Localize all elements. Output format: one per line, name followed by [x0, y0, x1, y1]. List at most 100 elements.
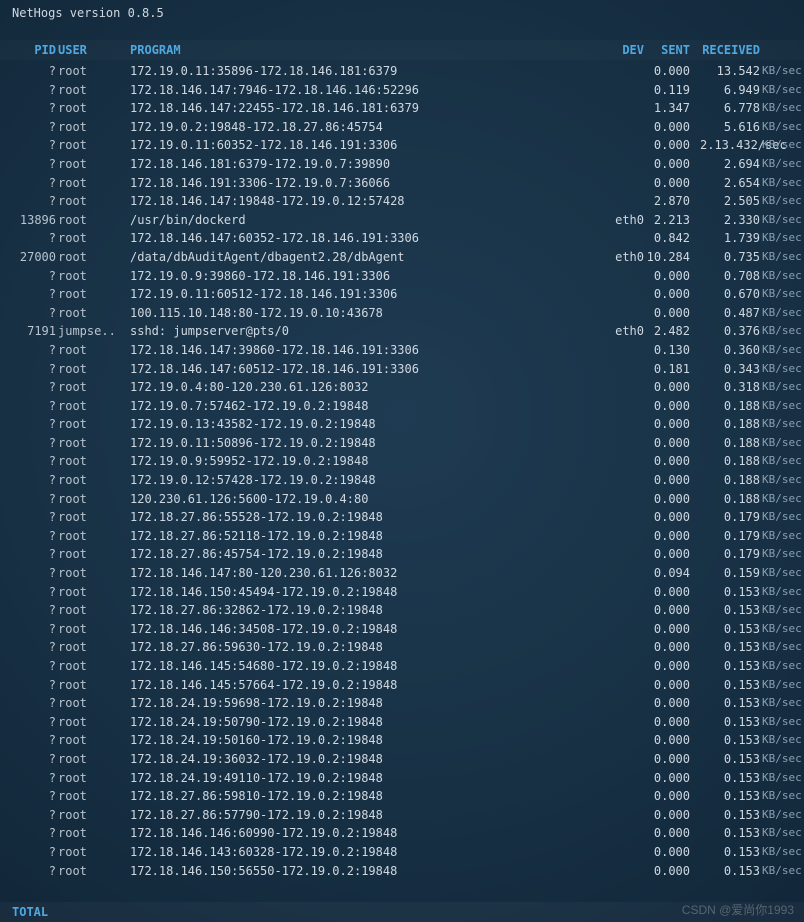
cell-unit: KB/sec: [762, 229, 802, 248]
cell-sent: 2.213: [638, 211, 690, 230]
table-row: ?root172.19.0.11:50896-172.19.0.2:198480…: [0, 434, 804, 453]
cell-recv: 0.153: [700, 731, 760, 750]
cell-program: 172.18.146.147:39860-172.18.146.191:3306: [130, 341, 419, 360]
table-row: ?root172.18.146.147:22455-172.18.146.181…: [0, 99, 804, 118]
col-sent: SENT: [638, 43, 690, 57]
cell-unit: KB/sec: [762, 118, 802, 137]
table-row: ?root172.18.146.150:56550-172.19.0.2:198…: [0, 862, 804, 881]
cell-program: 120.230.61.126:5600-172.19.0.4:80: [130, 490, 368, 509]
cell-program: 172.18.27.86:59810-172.19.0.2:19848: [130, 787, 383, 806]
cell-pid: ?: [10, 267, 56, 286]
cell-unit: KB/sec: [762, 490, 802, 509]
cell-recv: 0.153: [700, 806, 760, 825]
cell-unit: KB/sec: [762, 434, 802, 453]
cell-user: root: [58, 285, 87, 304]
cell-sent: 0.842: [638, 229, 690, 248]
cell-unit: KB/sec: [762, 843, 802, 862]
cell-sent: 0.000: [638, 267, 690, 286]
cell-recv: 0.153: [700, 769, 760, 788]
cell-sent: 10.284: [638, 248, 690, 267]
cell-sent: 0.000: [638, 304, 690, 323]
cell-unit: KB/sec: [762, 508, 802, 527]
cell-program: 172.18.146.147:22455-172.18.146.181:6379: [130, 99, 419, 118]
cell-recv: 0.360: [700, 341, 760, 360]
cell-user: root: [58, 304, 87, 323]
cell-program: 172.19.0.4:80-120.230.61.126:8032: [130, 378, 368, 397]
cell-program: 172.19.0.2:19848-172.18.27.86:45754: [130, 118, 383, 137]
cell-program: 172.18.27.86:55528-172.19.0.2:19848: [130, 508, 383, 527]
col-received: RECEIVED: [700, 43, 760, 57]
cell-pid: ?: [10, 508, 56, 527]
cell-program: 172.19.0.9:59952-172.19.0.2:19848: [130, 452, 368, 471]
cell-program: 172.18.146.150:45494-172.19.0.2:19848: [130, 583, 397, 602]
cell-user: root: [58, 248, 87, 267]
table-row: ?root172.18.146.150:45494-172.19.0.2:198…: [0, 583, 804, 602]
cell-user: root: [58, 545, 87, 564]
cell-unit: KB/sec: [762, 285, 802, 304]
cell-program: 172.18.24.19:49110-172.19.0.2:19848: [130, 769, 383, 788]
cell-recv: 0.153: [700, 620, 760, 639]
watermark: CSDN @爱尚你1993: [682, 901, 794, 918]
table-header: PID USER PROGRAM DEV SENT RECEIVED: [0, 40, 804, 60]
cell-recv: 0.153: [700, 657, 760, 676]
cell-pid: ?: [10, 304, 56, 323]
cell-user: root: [58, 174, 87, 193]
cell-pid: ?: [10, 750, 56, 769]
cell-unit: KB/sec: [762, 769, 802, 788]
cell-program: 172.19.0.7:57462-172.19.0.2:19848: [130, 397, 368, 416]
cell-program: 172.18.146.150:56550-172.19.0.2:19848: [130, 862, 397, 881]
cell-sent: 0.000: [638, 750, 690, 769]
cell-program: /data/dbAuditAgent/dbagent2.28/dbAgent: [130, 248, 405, 267]
cell-unit: KB/sec: [762, 545, 802, 564]
cell-user: root: [58, 657, 87, 676]
cell-program: 172.19.0.11:50896-172.19.0.2:19848: [130, 434, 376, 453]
cell-unit: KB/sec: [762, 694, 802, 713]
cell-recv: 0.343: [700, 360, 760, 379]
cell-recv: 2.654: [700, 174, 760, 193]
cell-pid: ?: [10, 545, 56, 564]
cell-sent: 0.000: [638, 806, 690, 825]
cell-recv: 0.188: [700, 452, 760, 471]
cell-pid: ?: [10, 731, 56, 750]
cell-unit: KB/sec: [762, 304, 802, 323]
table-row: ?root172.18.146.147:80-120.230.61.126:80…: [0, 564, 804, 583]
table-row: ?root172.19.0.4:80-120.230.61.126:80320.…: [0, 378, 804, 397]
cell-unit: KB/sec: [762, 174, 802, 193]
cell-pid: ?: [10, 285, 56, 304]
cell-program: 172.18.146.145:54680-172.19.0.2:19848: [130, 657, 397, 676]
cell-sent: 0.000: [638, 415, 690, 434]
cell-recv: 2.330: [700, 211, 760, 230]
cell-program: 172.19.0.11:60352-172.18.146.191:3306: [130, 136, 397, 155]
col-user: USER: [58, 43, 87, 57]
cell-user: root: [58, 750, 87, 769]
cell-user: root: [58, 564, 87, 583]
cell-sent: 0.000: [638, 397, 690, 416]
cell-recv: 0.153: [700, 787, 760, 806]
cell-unit: KB/sec: [762, 806, 802, 825]
cell-unit: KB/sec: [762, 657, 802, 676]
cell-pid: ?: [10, 434, 56, 453]
cell-pid: ?: [10, 713, 56, 732]
table-row: ?root172.18.146.145:57664-172.19.0.2:198…: [0, 676, 804, 695]
cell-user: root: [58, 99, 87, 118]
table-row: ?root172.19.0.9:59952-172.19.0.2:198480.…: [0, 452, 804, 471]
cell-sent: 0.000: [638, 527, 690, 546]
cell-program: 172.18.146.143:60328-172.19.0.2:19848: [130, 843, 397, 862]
cell-pid: ?: [10, 676, 56, 695]
cell-user: root: [58, 806, 87, 825]
cell-unit: KB/sec: [762, 62, 802, 81]
cell-recv: 0.735: [700, 248, 760, 267]
table-row: ?root172.18.27.86:45754-172.19.0.2:19848…: [0, 545, 804, 564]
cell-user: root: [58, 787, 87, 806]
col-pid: PID: [10, 43, 56, 57]
cell-pid: ?: [10, 62, 56, 81]
table-row: ?root172.19.0.11:35896-172.18.146.181:63…: [0, 62, 804, 81]
table-row: ?root172.18.27.86:59810-172.19.0.2:19848…: [0, 787, 804, 806]
table-row: 7191jumpse..sshd: jumpserver@pts/0eth02.…: [0, 322, 804, 341]
table-row: ?root172.19.0.9:39860-172.18.146.191:330…: [0, 267, 804, 286]
cell-unit: KB/sec: [762, 378, 802, 397]
cell-unit: KB/sec: [762, 155, 802, 174]
cell-program: 172.18.24.19:50790-172.19.0.2:19848: [130, 713, 383, 732]
cell-user: root: [58, 713, 87, 732]
cell-sent: 1.347: [638, 99, 690, 118]
